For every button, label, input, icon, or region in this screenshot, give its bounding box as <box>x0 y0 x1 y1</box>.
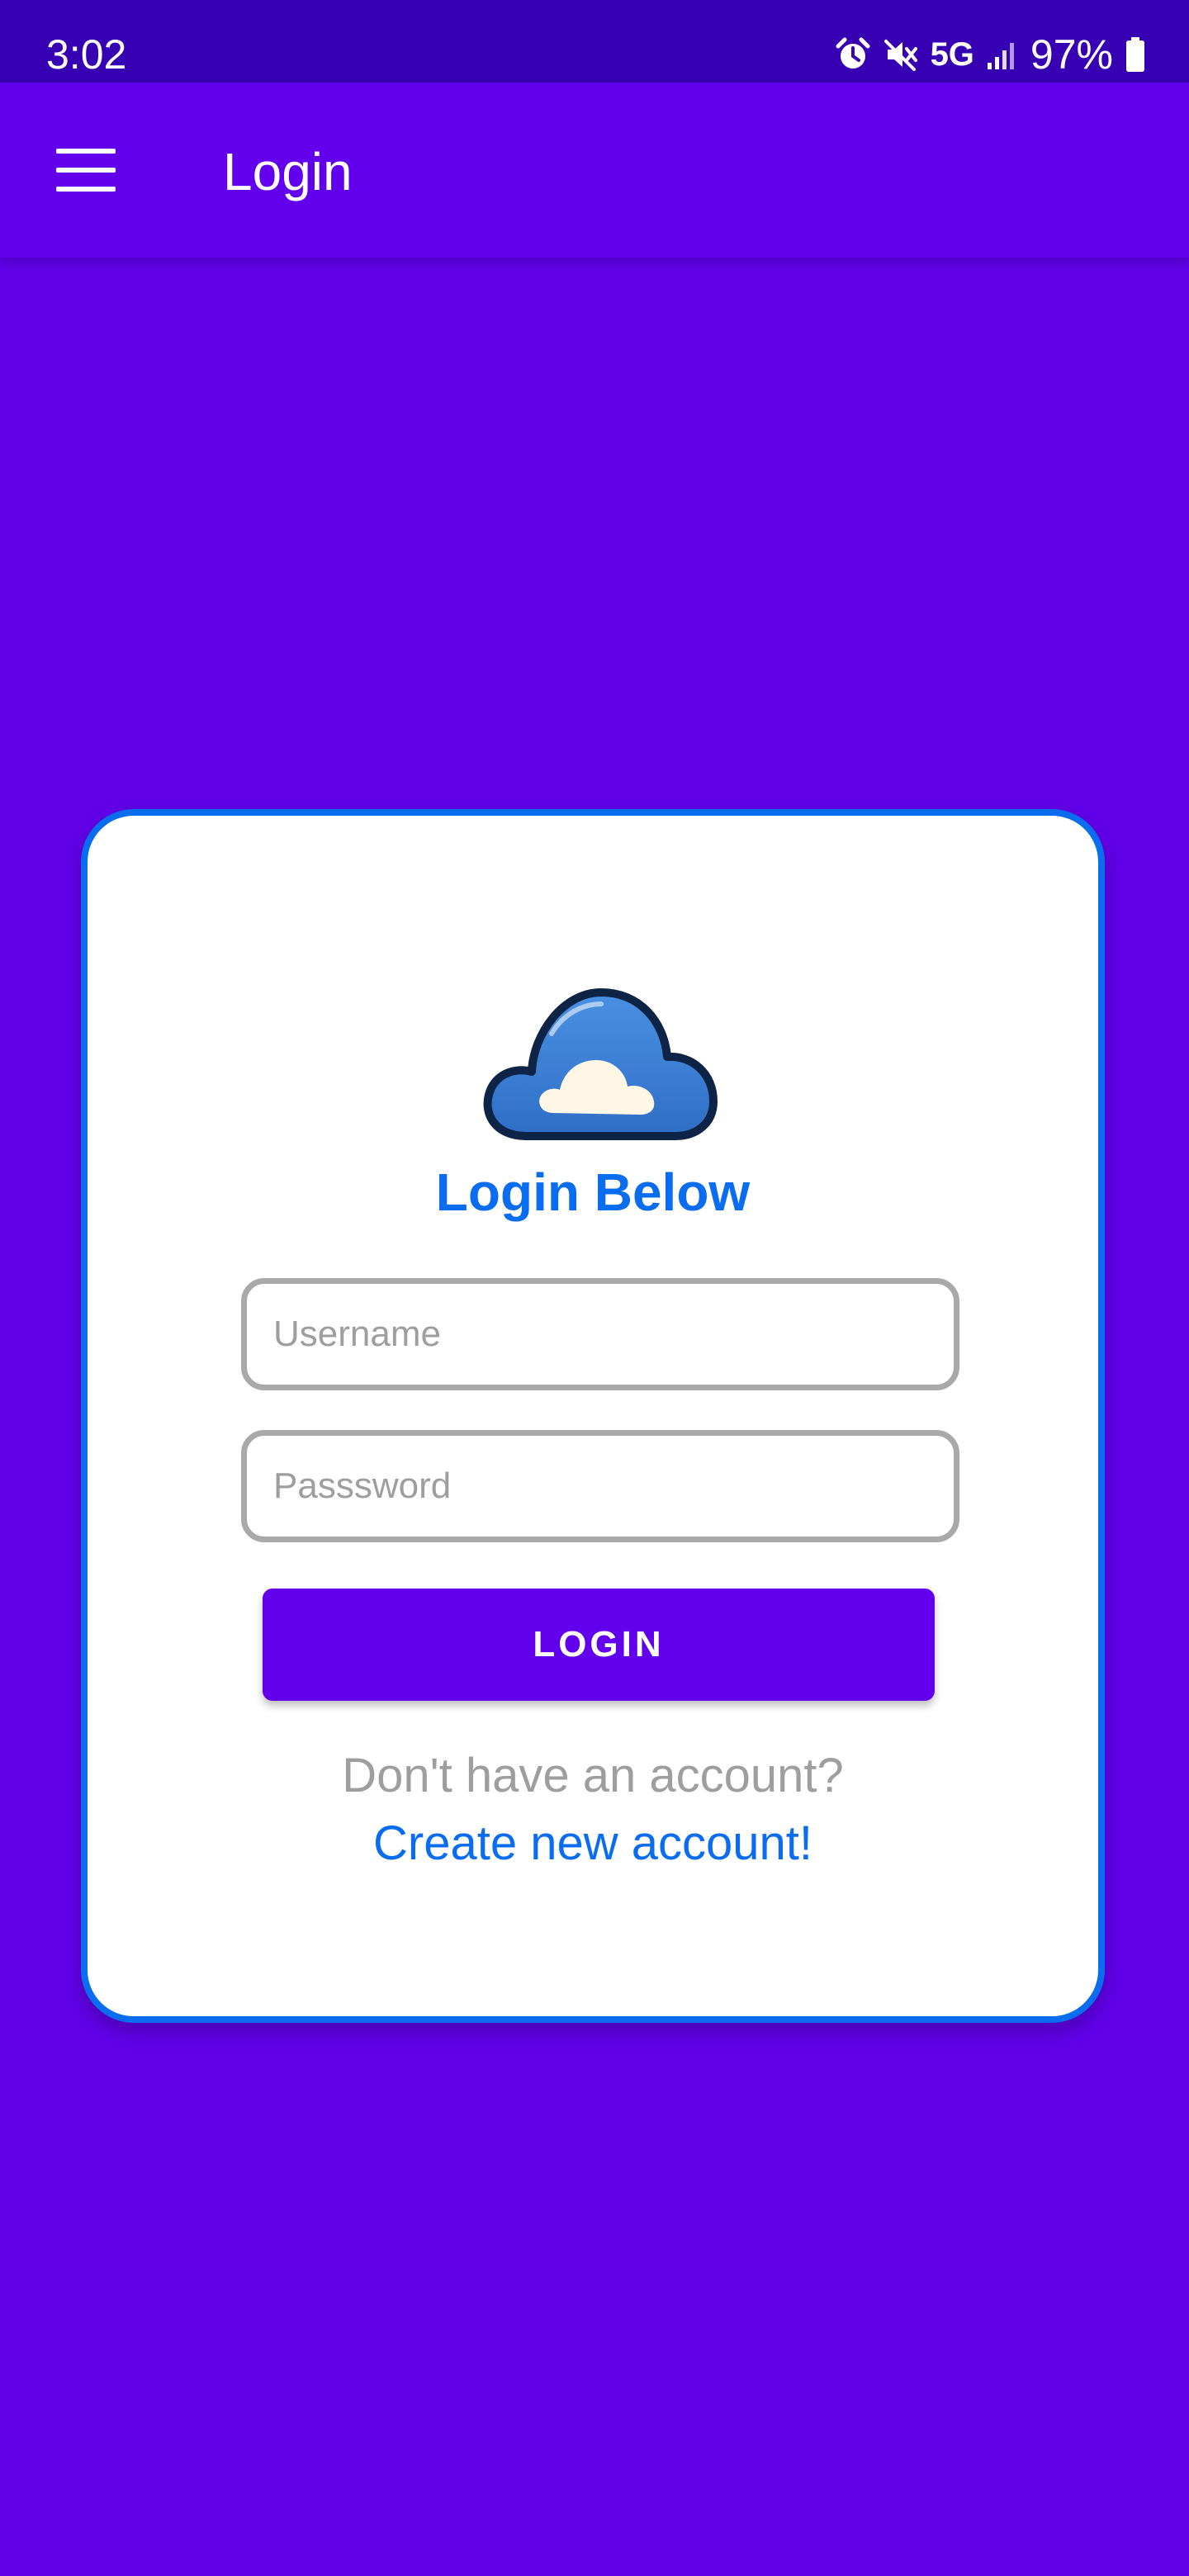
cloud-logo <box>477 981 722 1146</box>
mute-icon <box>883 36 919 73</box>
password-input[interactable] <box>247 1436 954 1537</box>
battery-icon <box>1125 36 1146 73</box>
signup-prompt: Don't have an account? <box>342 1749 844 1802</box>
login-heading: Login Below <box>435 1163 751 1222</box>
login-button[interactable]: LOGIN <box>263 1589 935 1701</box>
password-field[interactable] <box>241 1430 959 1542</box>
username-field[interactable] <box>241 1278 959 1390</box>
battery-percent: 97% <box>1030 31 1113 78</box>
page-title: Login <box>223 142 353 201</box>
hamburger-menu-icon[interactable] <box>56 149 116 192</box>
status-bar: 3:02 5G 97% <box>0 0 1189 83</box>
signal-icon <box>986 38 1019 71</box>
username-input[interactable] <box>247 1284 954 1385</box>
alarm-icon <box>835 36 871 73</box>
network-type: 5G <box>930 36 974 73</box>
create-account-link[interactable]: Create new account! <box>88 1815 1098 1873</box>
status-icons: 5G 97% <box>835 30 1146 79</box>
app-bar: Login <box>0 83 1189 258</box>
login-card: Login Below LOGIN Don't have an account?… <box>81 809 1105 2023</box>
status-time: 3:02 <box>46 31 127 78</box>
